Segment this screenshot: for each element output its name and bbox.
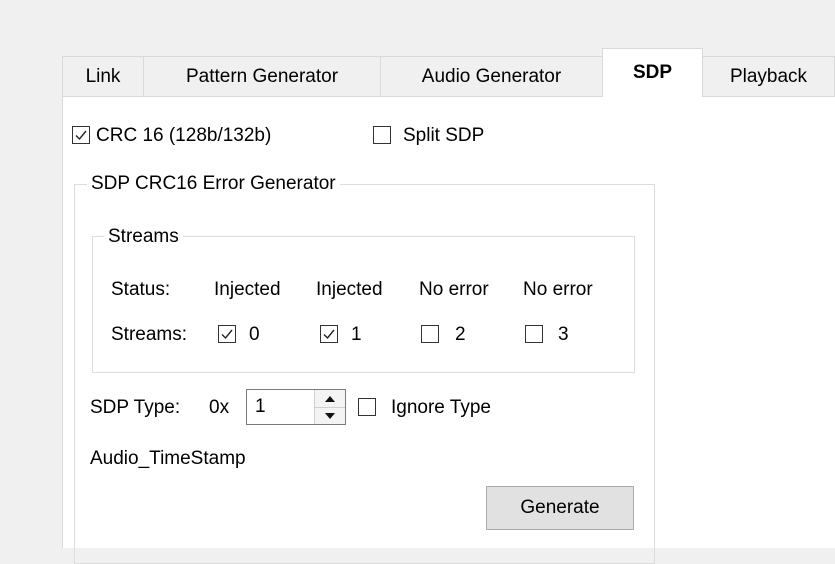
- triangle-up-icon: [325, 395, 335, 402]
- spin-up-button[interactable]: [315, 390, 345, 408]
- split-sdp-checkbox[interactable]: [373, 126, 391, 144]
- status-stream-3: No error: [523, 279, 593, 300]
- spin-buttons: [314, 390, 345, 424]
- stream-3-label: 3: [558, 324, 569, 345]
- streams-group: [92, 236, 635, 373]
- status-stream-0: Injected: [214, 279, 281, 300]
- stream-0-checkbox[interactable]: [218, 325, 236, 343]
- crc16-checkbox[interactable]: [72, 126, 90, 144]
- streams-label: Streams:: [111, 324, 188, 345]
- sdp-type-label: SDP Type:: [90, 397, 181, 418]
- stream-2-label: 2: [455, 324, 466, 345]
- tab-audio-generator[interactable]: Audio Generator: [380, 56, 603, 96]
- tab-audio-generator-label: Audio Generator: [421, 65, 562, 87]
- tab-sdp[interactable]: SDP: [602, 48, 703, 97]
- ignore-type-label: Ignore Type: [391, 397, 492, 418]
- tab-strip: Link Pattern Generator Audio Generator S…: [62, 48, 835, 97]
- status-stream-2: No error: [419, 279, 489, 300]
- split-sdp-label: Split SDP: [403, 125, 485, 146]
- stream-0-label: 0: [249, 324, 260, 345]
- crc16-label: CRC 16 (128b/132b): [96, 125, 272, 146]
- status-stream-1: Injected: [316, 279, 383, 300]
- generate-button[interactable]: Generate: [486, 486, 634, 530]
- stream-3-checkbox[interactable]: [525, 325, 543, 343]
- sdp-type-spinbox[interactable]: 1: [246, 389, 346, 425]
- checkmark-icon: [323, 329, 335, 340]
- triangle-down-icon: [325, 412, 335, 419]
- streams-group-title: Streams: [104, 226, 183, 248]
- tab-pattern-generator[interactable]: Pattern Generator: [143, 56, 381, 96]
- status-label: Status:: [111, 279, 171, 300]
- stream-1-label: 1: [351, 324, 362, 345]
- sdp-type-name: Audio_TimeStamp: [90, 448, 246, 469]
- sdp-type-prefix: 0x: [209, 397, 230, 418]
- stream-1-checkbox[interactable]: [320, 325, 338, 343]
- checkmark-icon: [75, 130, 87, 141]
- ignore-type-checkbox[interactable]: [358, 398, 376, 416]
- tab-playback[interactable]: Playback: [702, 56, 835, 96]
- spin-down-button[interactable]: [315, 407, 345, 424]
- generate-button-label: Generate: [520, 497, 600, 518]
- tab-pattern-generator-label: Pattern Generator: [185, 65, 339, 87]
- tab-playback-label: Playback: [729, 65, 808, 87]
- sdp-type-value: 1: [255, 396, 266, 417]
- checkmark-icon: [221, 329, 233, 340]
- tab-link-label: Link: [85, 65, 121, 87]
- stream-2-checkbox[interactable]: [421, 325, 439, 343]
- error-generator-title: SDP CRC16 Error Generator: [87, 173, 340, 195]
- tab-sdp-label: SDP: [632, 62, 673, 83]
- tab-link[interactable]: Link: [62, 56, 144, 96]
